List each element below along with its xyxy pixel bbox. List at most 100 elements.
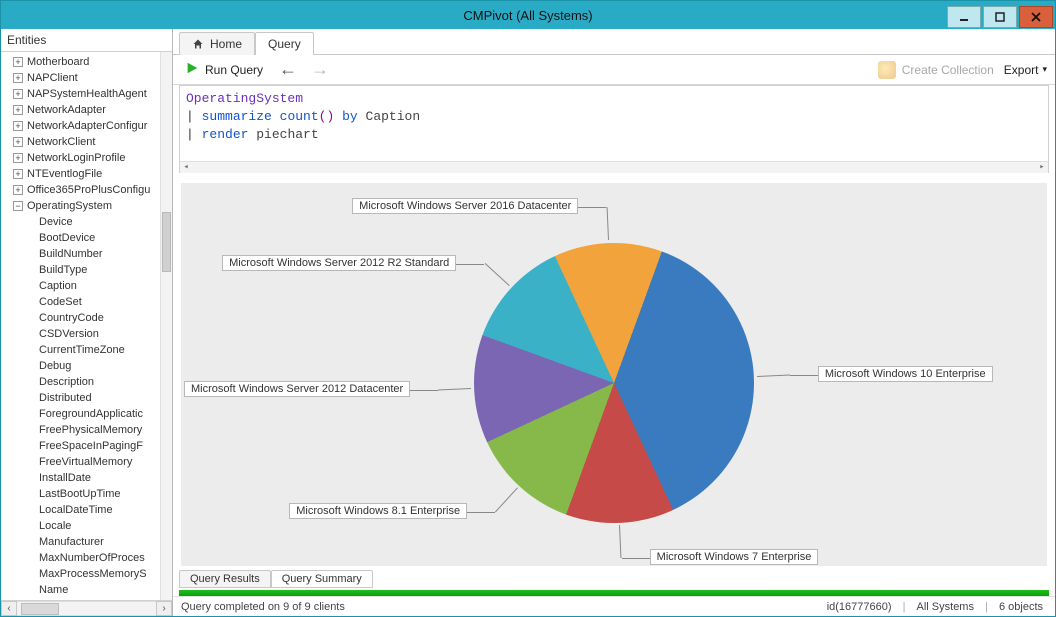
status-objects: 6 objects	[995, 601, 1047, 613]
tree-child-item[interactable]: Manufacturer	[5, 534, 172, 550]
tree-item[interactable]: +NAPSystemHealthAgent	[5, 86, 172, 102]
tree-item-label: Caption	[39, 280, 77, 292]
tree-item-label: NetworkAdapter	[27, 104, 106, 116]
tree-item[interactable]: +NetworkAdapterConfigur	[5, 118, 172, 134]
nav-forward-button[interactable]: →	[309, 59, 331, 80]
tree-child-item[interactable]: Caption	[5, 278, 172, 294]
expand-icon[interactable]: +	[13, 169, 23, 179]
tree-item-label: BootDevice	[39, 232, 95, 244]
nav-back-button[interactable]: ←	[277, 59, 299, 80]
tree-child-item[interactable]: Distributed	[5, 390, 172, 406]
entity-tree[interactable]: +Motherboard+NAPClient+NAPSystemHealthAg…	[1, 52, 172, 600]
tab-query-results[interactable]: Query Results	[179, 570, 271, 588]
tree-child-item[interactable]: BootDevice	[5, 230, 172, 246]
tree-child-item[interactable]: FreeVirtualMemory	[5, 454, 172, 470]
scroll-left-button[interactable]: ‹	[1, 601, 17, 616]
tree-child-item[interactable]: Device	[5, 214, 172, 230]
tree-item-label: Description	[39, 376, 94, 388]
chart-label: Microsoft Windows Server 2012 Datacenter	[184, 381, 410, 397]
titlebar: CMPivot (All Systems)	[1, 1, 1055, 29]
tree-item-label: MaxProcessMemoryS	[39, 568, 147, 580]
tree-item[interactable]: +NTEventlogFile	[5, 166, 172, 182]
status-bar: Query completed on 9 of 9 clients id(167…	[173, 596, 1055, 616]
collapse-icon[interactable]: −	[13, 201, 23, 211]
expand-icon[interactable]: +	[13, 185, 23, 195]
tree-item-label: LocalDateTime	[39, 504, 113, 516]
tree-child-item[interactable]: CurrentTimeZone	[5, 342, 172, 358]
tree-child-item[interactable]: MaxProcessMemoryS	[5, 566, 172, 582]
tree-child-item[interactable]: CodeSet	[5, 294, 172, 310]
tree-item[interactable]: +NetworkLoginProfile	[5, 150, 172, 166]
tree-child-item[interactable]: LastBootUpTime	[5, 486, 172, 502]
run-query-label: Run Query	[205, 63, 263, 77]
expand-icon[interactable]: +	[13, 89, 23, 99]
tree-item[interactable]: +Office365ProPlusConfigu	[5, 182, 172, 198]
tree-child-item[interactable]: BuildNumber	[5, 246, 172, 262]
run-query-button[interactable]: Run Query	[181, 59, 267, 80]
tree-item-label: CSDVersion	[39, 328, 99, 340]
tree-child-item[interactable]: ForegroundApplicatic	[5, 406, 172, 422]
tree-child-item[interactable]: CountryCode	[5, 310, 172, 326]
expand-icon[interactable]: +	[13, 153, 23, 163]
query-token: count	[280, 109, 319, 124]
tab-home[interactable]: Home	[179, 32, 255, 55]
tree-child-item[interactable]: FreePhysicalMemory	[5, 422, 172, 438]
scroll-right-icon[interactable]: ▸	[1036, 161, 1048, 173]
tree-item-label: FreePhysicalMemory	[39, 424, 142, 436]
query-token: by	[342, 109, 358, 124]
tree-child-item[interactable]: FreeSpaceInPagingF	[5, 438, 172, 454]
expand-icon[interactable]: +	[13, 137, 23, 147]
expand-icon[interactable]: +	[13, 105, 23, 115]
tree-child-item[interactable]: Name	[5, 582, 172, 598]
tree-item-label: CodeSet	[39, 296, 82, 308]
expand-icon[interactable]: +	[13, 57, 23, 67]
tree-item[interactable]: +NAPClient	[5, 70, 172, 86]
tree-item-label: BuildNumber	[39, 248, 103, 260]
query-token: |	[186, 109, 194, 124]
editor-horizontal-scrollbar[interactable]: ◂ ▸	[180, 161, 1048, 173]
tree-item[interactable]: +Motherboard	[5, 54, 172, 70]
query-token: render	[202, 127, 249, 142]
expand-icon[interactable]: +	[13, 73, 23, 83]
tree-child-item[interactable]: Locale	[5, 518, 172, 534]
close-button[interactable]	[1019, 6, 1053, 28]
chart-label: Microsoft Windows 7 Enterprise	[650, 549, 819, 565]
tab-query[interactable]: Query	[255, 32, 314, 55]
scroll-left-icon[interactable]: ◂	[180, 161, 192, 173]
scroll-right-button[interactable]: ›	[156, 601, 172, 616]
expand-icon[interactable]: +	[13, 121, 23, 131]
status-right: id(16777660) | All Systems | 6 objects	[823, 601, 1047, 613]
sidebar-vertical-scrollbar[interactable]	[160, 52, 172, 600]
tab-query-label: Query	[268, 37, 301, 51]
query-token: piechart	[256, 127, 318, 142]
tree-item-label: Debug	[39, 360, 71, 372]
create-collection-button[interactable]: Create Collection	[878, 61, 994, 79]
maximize-button[interactable]	[983, 6, 1017, 28]
tree-item[interactable]: +NetworkClient	[5, 134, 172, 150]
collection-icon	[878, 61, 896, 79]
play-icon	[185, 61, 199, 78]
tree-item-label: OperatingSystem	[27, 200, 112, 212]
sidebar-horizontal-scrollbar[interactable]: ‹ ›	[1, 600, 172, 616]
minimize-button[interactable]	[947, 6, 981, 28]
tree-item-operatingsystem[interactable]: −OperatingSystem	[5, 198, 172, 214]
tree-child-item[interactable]: Description	[5, 374, 172, 390]
query-editor[interactable]: OperatingSystem | summarize count() by C…	[179, 85, 1049, 173]
entities-sidebar: Entities +Motherboard+NAPClient+NAPSyste…	[1, 29, 173, 616]
chart-area: Microsoft Windows Server 2012 R2 Standar…	[181, 183, 1047, 566]
tree-child-item[interactable]: BuildType	[5, 262, 172, 278]
main-area: Home Query Run Query ← → Create Collecti…	[173, 29, 1055, 616]
tree-child-item[interactable]: Debug	[5, 358, 172, 374]
chevron-down-icon: ▾	[1042, 64, 1047, 75]
tree-item[interactable]: + NetworkAdapter	[5, 102, 172, 118]
tree-child-item[interactable]: MaxNumberOfProces	[5, 550, 172, 566]
export-label: Export	[1004, 63, 1039, 77]
export-button[interactable]: Export ▾	[1004, 63, 1047, 77]
tab-query-summary[interactable]: Query Summary	[271, 570, 373, 588]
status-id: id(16777660)	[823, 601, 896, 613]
result-tabs: Query Results Query Summary	[173, 566, 1055, 588]
tree-item-label: FreeSpaceInPagingF	[39, 440, 143, 452]
tree-child-item[interactable]: LocalDateTime	[5, 502, 172, 518]
tree-child-item[interactable]: InstallDate	[5, 470, 172, 486]
tree-child-item[interactable]: CSDVersion	[5, 326, 172, 342]
